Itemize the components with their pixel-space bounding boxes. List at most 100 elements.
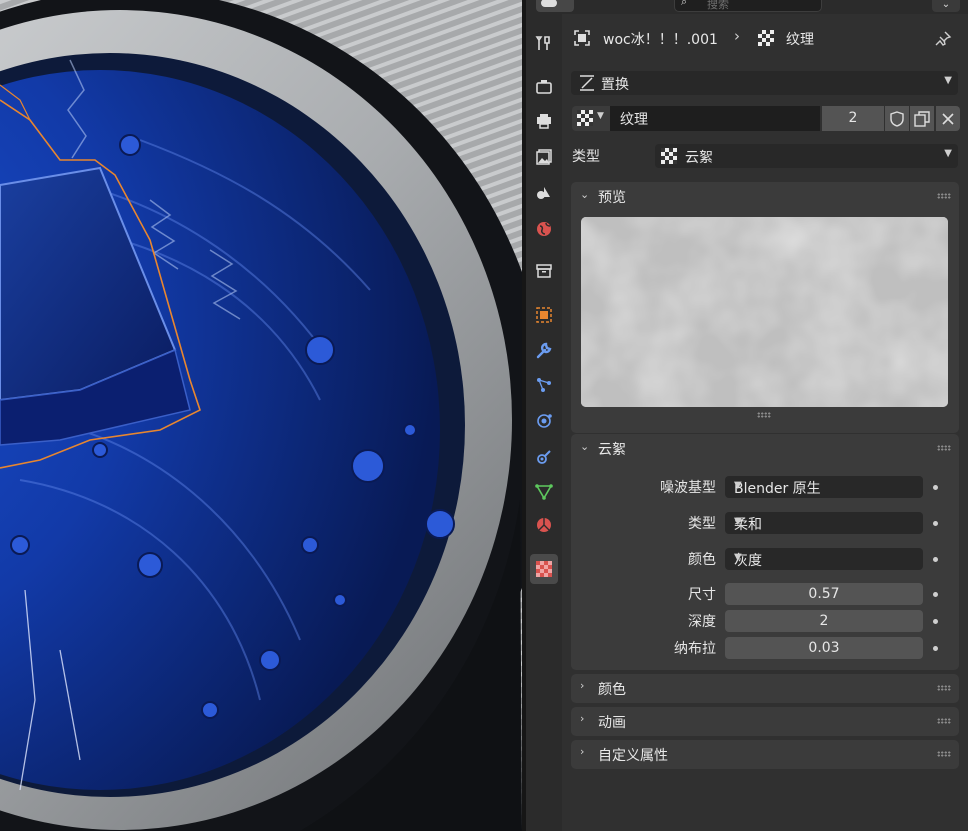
texture-datablock-row: ▼ 纹理 2 [572, 106, 960, 131]
object-icon [536, 307, 552, 323]
browse-texture-button[interactable]: ▼ [572, 106, 610, 131]
texture-tab[interactable] [530, 554, 558, 584]
displace-icon [580, 75, 594, 91]
noise-basis-label: 噪波基型 [660, 480, 716, 496]
scene-icon [537, 187, 550, 199]
keyframe-dot-icon[interactable] [933, 521, 938, 526]
world-tab[interactable] [530, 214, 558, 244]
preview-panel-header[interactable]: ⌄ 预览 [571, 182, 959, 210]
collection-tab[interactable] [530, 256, 558, 286]
physics-tab[interactable] [530, 406, 558, 436]
checker-icon [536, 561, 552, 577]
depth-field[interactable]: 2 [725, 610, 923, 632]
drag-handle-icon[interactable] [937, 751, 951, 757]
size-field[interactable]: 0.57 [725, 583, 923, 605]
clouds-panel-title: 云絮 [598, 442, 626, 458]
keyframe-dot-icon[interactable] [933, 485, 938, 490]
keyframe-dot-icon[interactable] [933, 592, 938, 597]
material-icon [537, 518, 551, 532]
fake-user-button[interactable] [885, 106, 909, 131]
mesh-data-icon [535, 484, 553, 500]
render-tab[interactable] [530, 72, 558, 102]
pin-icon[interactable] [934, 30, 952, 48]
physics-icon [537, 414, 552, 428]
resize-handle-icon[interactable] [757, 412, 771, 418]
search-icon: ⌕ [681, 0, 688, 8]
properties-editor: ⌕ 搜索 ⌄ woc冰！！！.001 › 纹理 置换 ▼ ▼ 纹理 2 类型 云… [526, 0, 968, 831]
depth-label: 深度 [688, 614, 716, 630]
texture-context-dropdown[interactable]: 置换 ▼ [571, 71, 958, 95]
properties-tabs [526, 14, 562, 831]
wrench-icon [536, 342, 552, 359]
texture-type-value: 云絮 [685, 150, 713, 166]
drag-handle-icon[interactable] [937, 445, 951, 451]
chevron-down-icon: ⌄ [580, 440, 590, 453]
box-icon [536, 264, 552, 278]
constraints-icon [537, 450, 551, 464]
shield-icon [890, 110, 904, 127]
color-label: 颜色 [688, 552, 716, 568]
keyframe-dot-icon[interactable] [933, 646, 938, 651]
drag-handle-icon[interactable] [937, 685, 951, 691]
object-tab[interactable] [530, 300, 558, 330]
custom-properties-panel[interactable]: › 自定义属性 [571, 740, 959, 769]
breadcrumb-texture: 纹理 [786, 32, 814, 48]
animation-panel[interactable]: › 动画 [571, 707, 959, 736]
particles-tab[interactable] [530, 370, 558, 400]
context-label: 置换 [601, 77, 629, 93]
texture-name: 纹理 [620, 112, 648, 128]
particles-icon [537, 378, 551, 392]
colors-panel[interactable]: › 颜色 [571, 674, 959, 703]
printer-icon [537, 114, 551, 129]
drag-handle-icon[interactable] [937, 718, 951, 724]
breadcrumb-separator: › [734, 27, 740, 45]
texture-preview-image [581, 217, 948, 407]
texture-name-field[interactable]: 纹理 [610, 106, 820, 131]
properties-content: woc冰！！！.001 › 纹理 置换 ▼ ▼ 纹理 2 类型 云絮 ▼ ⌄ 预… [562, 14, 968, 831]
nabla-field[interactable]: 0.03 [725, 637, 923, 659]
drag-handle-icon[interactable] [937, 193, 951, 199]
keyframe-dot-icon[interactable] [933, 619, 938, 624]
unlink-button[interactable] [936, 106, 960, 131]
modifier-tab[interactable] [530, 336, 558, 366]
color-dropdown[interactable]: 灰度 ▼ [725, 548, 923, 570]
checker-icon [577, 110, 593, 126]
custom-properties-panel-title: 自定义属性 [598, 748, 668, 764]
texture-type-dropdown[interactable]: 云絮 ▼ [655, 144, 958, 168]
clouds-panel: ⌄ 云絮 噪波基型 Blender 原生 ▼ 类型 柔和 ▼ 颜色 灰度 ▼ 尺… [571, 434, 959, 670]
nabla-label: 纳布拉 [674, 641, 716, 657]
editor-type-toggle[interactable] [536, 0, 574, 12]
clouds-panel-header[interactable]: ⌄ 云絮 [571, 434, 959, 462]
world-icon [537, 222, 551, 236]
tool-tab[interactable] [530, 28, 558, 58]
noise-type-label: 类型 [688, 516, 716, 532]
scene-tab[interactable] [530, 178, 558, 208]
size-label: 尺寸 [688, 587, 716, 603]
options-dropdown-button[interactable]: ⌄ [932, 0, 960, 12]
noise-type-dropdown[interactable]: 柔和 ▼ [725, 512, 923, 534]
colors-panel-title: 颜色 [598, 682, 626, 698]
duplicate-button[interactable] [910, 106, 934, 131]
user-count-button[interactable]: 2 [822, 106, 884, 131]
image-stack-icon [536, 149, 552, 165]
properties-header: ⌕ 搜索 ⌄ [526, 0, 968, 14]
view-layer-tab[interactable] [530, 142, 558, 172]
3d-viewport[interactable] [0, 0, 522, 831]
chevron-down-icon: ▼ [944, 148, 952, 159]
viewport-render [0, 0, 522, 831]
noise-basis-dropdown[interactable]: Blender 原生 ▼ [725, 476, 923, 498]
breadcrumb: woc冰！！！.001 › 纹理 [562, 26, 968, 50]
constraints-tab[interactable] [530, 442, 558, 472]
checker-icon [661, 148, 677, 164]
material-tab[interactable] [530, 510, 558, 540]
close-icon [942, 112, 954, 125]
object-icon [574, 30, 590, 46]
data-tab[interactable] [530, 476, 558, 506]
chevron-down-icon: ▼ [597, 111, 604, 121]
search-input[interactable]: ⌕ 搜索 [674, 0, 822, 12]
output-tab[interactable] [530, 106, 558, 136]
tool-icon [535, 36, 550, 50]
breadcrumb-object: woc冰！！！.001 [603, 32, 718, 48]
chevron-right-icon: › [580, 712, 585, 725]
keyframe-dot-icon[interactable] [933, 557, 938, 562]
